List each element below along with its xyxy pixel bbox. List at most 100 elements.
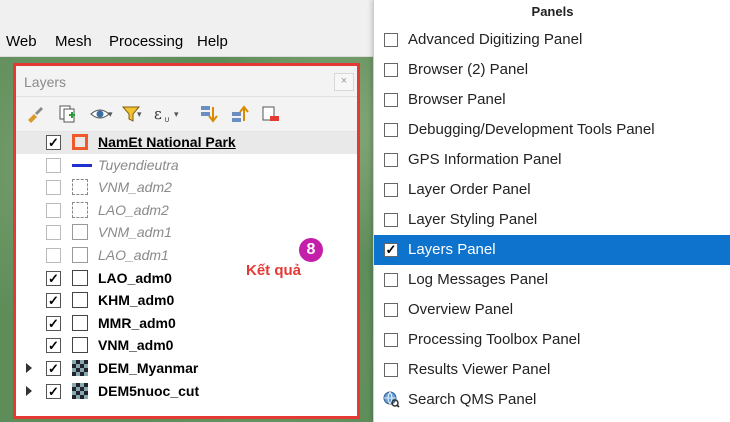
panel-menu-item[interactable]: Browser Panel — [374, 85, 730, 115]
layer-name: KHM_adm0 — [98, 292, 175, 309]
polygon-symbol-icon — [72, 224, 88, 241]
menu-processing[interactable]: Processing — [109, 33, 183, 50]
layer-row[interactable]: Tuyendieutra — [16, 155, 357, 177]
panel-menu-item[interactable]: ✓ Layers Panel — [374, 235, 730, 265]
raster-symbol-icon — [72, 360, 88, 376]
panel-menu-item[interactable]: Overview Panel — [374, 295, 730, 325]
layer-name: Tuyendieutra — [98, 156, 179, 173]
layer-name: VNM_adm2 — [98, 179, 172, 196]
layer-row[interactable]: ✓ NamEt National Park — [16, 132, 357, 154]
panel-menu-item[interactable]: Advanced Digitizing Panel — [374, 25, 730, 55]
layer-row[interactable]: ✓ VNM_adm0 — [16, 335, 357, 357]
layer-name: DEM5nuoc_cut — [98, 382, 200, 399]
layer-name: VNM_adm0 — [98, 337, 174, 354]
polygon-symbol-icon — [72, 292, 88, 309]
panel-menu-label: Search QMS Panel — [408, 391, 537, 408]
raster-symbol-icon — [72, 382, 88, 399]
layer-visibility-checkbox[interactable]: ✓ — [46, 135, 61, 150]
panel-menu-label: Results Viewer Panel — [408, 361, 551, 378]
panel-checkbox[interactable] — [384, 183, 398, 197]
panel-checkbox[interactable] — [384, 33, 398, 47]
layer-name: LAO_adm2 — [98, 201, 169, 218]
panel-menu-item[interactable]: Log Messages Panel — [374, 265, 730, 295]
close-icon[interactable]: × — [334, 73, 354, 91]
polygon-symbol-icon — [72, 201, 88, 218]
expand-arrow-icon[interactable] — [26, 363, 32, 373]
chevron-down-icon[interactable]: ▾ — [174, 109, 196, 131]
layer-visibility-checkbox[interactable] — [46, 157, 61, 173]
panels-menu-header: Panels — [531, 4, 574, 19]
panel-checkbox[interactable] — [384, 123, 398, 137]
layer-visibility-checkbox[interactable] — [46, 180, 61, 196]
layer-row[interactable]: LAO_adm2 — [16, 200, 357, 222]
panel-checkbox[interactable]: ✓ — [384, 243, 398, 257]
polygon-symbol-icon — [72, 337, 88, 354]
panel-menu-item[interactable]: Debugging/Development Tools Panel — [374, 115, 730, 145]
panel-menu-item[interactable]: Search QMS Panel — [374, 385, 730, 415]
panel-menu-item[interactable]: GPS Information Panel — [374, 145, 730, 175]
layers-dock-title: Layers — [24, 74, 67, 90]
layer-tree: ✓ NamEt National Park Tuyendieutra VNM_adm2… — [16, 132, 357, 416]
expression-filter-icon[interactable]: ε ∪ — [152, 103, 174, 125]
svg-text:∪: ∪ — [164, 115, 170, 124]
menu-help[interactable]: Help — [197, 33, 228, 50]
panel-menu-label: Browser Panel — [408, 91, 506, 108]
layer-row[interactable]: ✓ DEM_Myanmar — [16, 358, 357, 380]
panel-menu-item[interactable]: Layer Order Panel — [374, 175, 730, 205]
layer-row[interactable]: VNM_adm2 — [16, 177, 357, 199]
layer-name: MMR_adm0 — [98, 314, 176, 331]
result-annotation: Kết quả — [246, 262, 302, 279]
layer-visibility-checkbox[interactable] — [46, 202, 61, 218]
layers-dock-titlebar[interactable]: Layers × — [16, 66, 357, 97]
panel-checkbox[interactable] — [384, 363, 398, 377]
globe-search-icon — [383, 391, 400, 408]
panel-menu-item[interactable]: Processing Toolbox Panel — [374, 325, 730, 355]
panel-menu-label: Debugging/Development Tools Panel — [408, 121, 655, 138]
layer-name: NamEt National Park — [98, 134, 236, 150]
line-symbol-icon — [72, 163, 92, 167]
expand-arrow-icon[interactable] — [26, 385, 32, 396]
panel-checkbox[interactable] — [384, 63, 398, 77]
layer-visibility-checkbox[interactable]: ✓ — [46, 315, 61, 331]
panel-menu-label: Overview Panel — [408, 301, 514, 318]
panel-checkbox[interactable] — [384, 303, 398, 317]
add-group-icon[interactable] — [56, 103, 78, 125]
layer-visibility-checkbox[interactable] — [46, 225, 61, 241]
layer-visibility-checkbox[interactable]: ✓ — [46, 383, 61, 399]
expand-all-icon[interactable] — [197, 103, 219, 125]
panels-menu: Panels Advanced Digitizing Panel Browser … — [373, 0, 730, 422]
layer-row[interactable]: ✓ MMR_adm0 — [16, 313, 357, 335]
panel-menu-label: Layers Panel — [408, 241, 496, 258]
layer-row[interactable]: ✓ LAO_adm0 — [16, 268, 357, 290]
layer-name: VNM_adm1 — [98, 224, 172, 241]
collapse-all-icon[interactable] — [228, 103, 250, 125]
layer-visibility-checkbox[interactable]: ✓ — [46, 338, 61, 354]
panel-menu-item[interactable]: Browser (2) Panel — [374, 55, 730, 85]
layer-visibility-checkbox[interactable]: ✓ — [46, 270, 61, 286]
panel-menu-item[interactable]: Results Viewer Panel — [374, 355, 730, 385]
layer-row[interactable]: ✓ DEM5nuoc_cut — [16, 381, 357, 403]
panel-menu-item[interactable]: Layer Styling Panel — [374, 205, 730, 235]
layer-visibility-checkbox[interactable] — [46, 248, 61, 263]
panel-menu-label: Browser (2) Panel — [408, 61, 529, 78]
svg-text:ε: ε — [154, 105, 162, 123]
polygon-symbol-icon — [72, 269, 88, 286]
polygon-symbol-icon — [72, 134, 88, 150]
panel-checkbox[interactable] — [384, 93, 398, 107]
menu-web[interactable]: Web — [6, 33, 37, 50]
polygon-symbol-icon — [72, 247, 88, 263]
style-brush-icon[interactable] — [24, 103, 46, 125]
window-top-area — [0, 0, 375, 28]
layer-visibility-checkbox[interactable]: ✓ — [46, 361, 61, 376]
panel-checkbox[interactable] — [384, 333, 398, 347]
remove-layer-icon[interactable] — [259, 103, 281, 125]
panel-menu-label: Advanced Digitizing Panel — [408, 31, 583, 48]
layer-row[interactable]: ✓ KHM_adm0 — [16, 290, 357, 312]
panel-checkbox[interactable] — [384, 273, 398, 287]
menu-mesh[interactable]: Mesh — [55, 33, 92, 50]
panel-checkbox[interactable] — [384, 153, 398, 167]
layer-visibility-checkbox[interactable]: ✓ — [46, 293, 61, 309]
panel-menu-label: Log Messages Panel — [408, 271, 549, 288]
panel-checkbox[interactable] — [384, 213, 398, 227]
layer-name: DEM_Myanmar — [98, 360, 199, 376]
